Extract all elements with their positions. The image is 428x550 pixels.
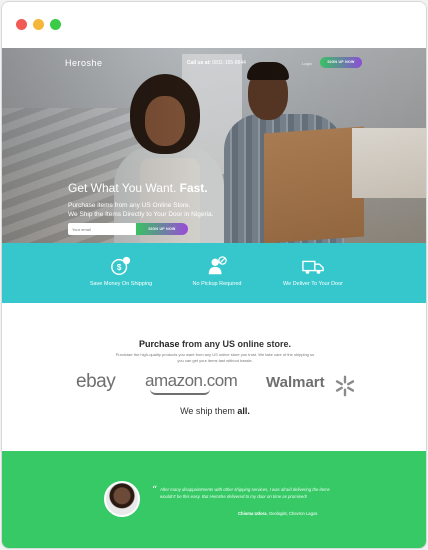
author-name: Chioma Udora [238,511,267,516]
walmart-logo: Walmart [266,374,325,391]
stores-title-rest: from any US online store. [179,339,292,349]
hero-section: Heroshe Call us at: 0811-155-8844 Login … [2,48,426,243]
testimonial-author: Chioma Udora, Geologist, Chevron Lagos [238,511,317,516]
money-icon: $ [111,256,131,275]
ship-all-text: We ship them all. [2,406,426,416]
walmart-spark-icon [335,375,355,397]
features-band: $ Save Money On Shipping No Pickup Requi… [2,243,426,303]
hero-headline: Get What You Want. Fast. [68,181,208,195]
close-window-button[interactable] [16,19,27,30]
amazon-smile-icon [150,389,210,395]
hero-sub-line2: We Ship the Items Directly to Your Door … [68,211,214,218]
quote-icon: “ [152,485,158,496]
hero-subtitle: Purchase items from any US Online Store.… [68,201,268,219]
author-detail: , Geologist, Chevron Lagos [266,511,318,516]
ship-prefix: We ship them [180,406,238,416]
window-titlebar [2,2,426,48]
hero-signup-button[interactable]: SIGN UP NOW [136,223,188,235]
hero-sub-line1: Purchase items from any US Online Store. [68,202,191,209]
minimize-window-button[interactable] [33,19,44,30]
testimonial-section: “ After many disappointments with other … [2,451,426,548]
headline-main: Get What You Want. [68,181,177,195]
ebay-logo: ebay [76,371,116,392]
no-pickup-icon [208,256,227,275]
stores-title-bold: Purchase [138,339,180,349]
stores-title: Purchase from any US online store. [2,339,426,349]
headline-bold: Fast. [179,181,208,195]
site-logo[interactable]: Heroshe [65,58,103,68]
amazon-logo: amazon.com [145,371,238,390]
top-nav: Heroshe Call us at: 0811-155-8844 Login … [2,48,426,78]
svg-text:$: $ [117,263,122,272]
email-input[interactable] [68,223,136,235]
call-us-text: Call us at: 0811-155-8844 [187,60,246,66]
call-us-number[interactable]: 0811-155-8844 [212,60,246,66]
testimonial-quote: After many disappointments with other sh… [160,487,330,499]
call-us-label: Call us at: [187,60,211,66]
login-link[interactable]: Login [302,61,312,66]
delivery-truck-icon [302,260,324,274]
ship-bold: all. [237,406,250,416]
feature-deliver-door: We Deliver To Your Door [253,255,373,287]
stores-section: Purchase from any US online store. Purch… [2,303,426,451]
feature-label: We Deliver To Your Door [282,281,344,287]
browser-window: Heroshe Call us at: 0811-155-8844 Login … [1,1,427,549]
avatar [104,481,140,517]
maximize-window-button[interactable] [50,19,61,30]
nav-signup-button[interactable]: SIGN UP NOW [320,57,362,68]
stores-description: Purchase the high-quality products you w… [115,352,315,363]
